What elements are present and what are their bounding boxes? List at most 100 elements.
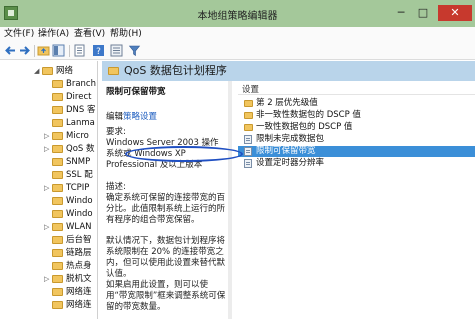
details-pane: QoS 数据包计划程序 限制可保留带宽 编辑策略设置 要求: Windows S… [102,61,475,319]
tree-item-label: WLAN [66,222,92,232]
settings-column-header[interactable]: 设置 [238,81,475,95]
settings-row-label: 一致性数据包的 DSCP 值 [256,122,353,132]
folder-icon [244,100,253,107]
folder-icon [52,301,63,309]
chevron-right-icon[interactable]: ▷ [44,130,49,142]
tree-item-label: Windo [66,196,93,206]
tree-item[interactable]: 网络连 [0,286,97,298]
tree-item[interactable]: 网络连 [0,299,97,311]
settings-column-label: 设置 [242,85,260,95]
folder-icon [244,124,253,131]
folder-icon [52,145,63,153]
chevron-right-icon[interactable]: ▷ [44,182,49,194]
settings-row[interactable]: 一致性数据包的 DSCP 值 [238,122,475,133]
toolbar: ? [0,42,475,60]
folder-icon [52,80,63,88]
minimize-button[interactable]: ─ [392,5,410,21]
tree-item-label: 后台智 [66,235,92,245]
folder-icon [52,288,63,296]
annotation-ellipse [125,146,243,162]
svg-text:?: ? [96,47,101,57]
maximize-button[interactable]: □ [414,5,432,21]
tree-item[interactable]: 后台智 [0,234,97,246]
back-arrow-icon[interactable] [4,44,17,57]
folder-icon [244,112,253,119]
folder-icon [52,132,63,140]
description-text: 确定系统可保留的连接带宽的百分比。此值限制系统上运行的所有程序的组合带宽保留。 [106,193,226,225]
folder-icon [52,119,63,127]
folder-icon [52,93,63,101]
menu-view[interactable]: 查看(V) [74,28,105,41]
enabled-text: 如果启用此设置，则可以使用“带宽限制”框来调整系统可保留的带宽数量。 [106,280,226,312]
tree-item[interactable]: ▷ TCPIP [0,182,97,194]
tree-item[interactable]: ▷ 脱机文 [0,273,97,285]
pane-header: QoS 数据包计划程序 [102,61,475,81]
tree-item[interactable]: ▷ Micro [0,130,97,142]
show-tree-icon[interactable] [52,44,65,57]
tree-item-label: Windo [66,209,93,219]
tree-item[interactable]: SSL 配 [0,169,97,181]
view-icon[interactable] [110,44,123,57]
settings-row-selected[interactable]: 限制可保留带宽 [238,146,475,157]
forward-arrow-icon[interactable] [18,44,31,57]
settings-row-label: 第 2 层优先级值 [256,98,318,108]
folder-icon [52,236,63,244]
folder-icon [52,158,63,166]
tree-item[interactable]: SNMP [0,156,97,168]
filter-icon[interactable] [128,44,141,57]
properties-icon[interactable] [73,44,86,57]
help-icon[interactable]: ? [92,44,105,57]
menu-action[interactable]: 操作(A) [38,28,69,41]
requirements-label: 要求: [106,127,126,137]
menu-help[interactable]: 帮助(H) [110,28,142,41]
settings-row-label: 非一致性数据包的 DSCP 值 [256,110,361,120]
folder-icon [52,262,63,270]
tree-item-label: Micro [66,131,89,141]
folder-icon [52,184,63,192]
tree-item[interactable]: Direct [0,91,97,103]
tree-item[interactable]: 热点身 [0,260,97,272]
tree-item[interactable]: Lanma [0,117,97,129]
tree-item-label: SNMP [66,157,91,167]
folder-icon [52,106,63,114]
policy-title: 限制可保留带宽 [106,87,166,97]
settings-row[interactable]: 设置定时器分辨率 [238,158,475,169]
tree-item[interactable]: ◢ 网络 [0,65,97,77]
up-folder-icon[interactable] [37,44,50,57]
tree-item-label: SSL 配 [66,170,93,180]
folder-icon [52,171,63,179]
policy-setting-icon [244,135,252,144]
description-scrollbar[interactable] [228,81,232,319]
menu-bar: 文件(F) 操作(A) 查看(V) 帮助(H) [0,27,475,42]
close-button[interactable]: ✕ [438,5,472,21]
settings-row[interactable]: 第 2 层优先级值 [238,98,475,109]
tree-item-label: TCPIP [66,183,90,193]
tree-item[interactable]: ▷ QoS 数 [0,143,97,155]
chevron-right-icon[interactable]: ▷ [44,273,49,285]
tree-item-label: Branch [66,79,96,89]
chevron-down-icon[interactable]: ◢ [34,65,39,77]
tree-item-label: Direct [66,92,92,102]
tree-item[interactable]: Branch [0,78,97,90]
folder-icon [52,249,63,257]
tree-item-label: Lanma [66,118,95,128]
folder-icon [52,223,63,231]
tree-item[interactable]: Windo [0,195,97,207]
tree-item-label: 热点身 [66,261,92,271]
menu-file[interactable]: 文件(F) [4,28,34,41]
tree-item-label: 链路层 [66,248,92,258]
tree-item[interactable]: ▷ WLAN [0,221,97,233]
tree-item[interactable]: Windo [0,208,97,220]
folder-icon [108,67,119,75]
chevron-right-icon[interactable]: ▷ [44,221,49,233]
tree-item[interactable]: 链路层 [0,247,97,259]
toolbar-separator [69,45,70,57]
edit-policy-link[interactable]: 策略设置 [123,112,157,122]
settings-row[interactable]: 非一致性数据包的 DSCP 值 [238,110,475,121]
chevron-right-icon[interactable]: ▷ [44,143,49,155]
tree-item-label: 网络 [56,66,74,76]
settings-row[interactable]: 限制未完成数据包 [238,134,475,145]
tree-item[interactable]: DNS 客 [0,104,97,116]
edit-policy-line: 编辑策略设置 [106,110,157,122]
tree-item-label: 脱机文 [66,274,92,284]
